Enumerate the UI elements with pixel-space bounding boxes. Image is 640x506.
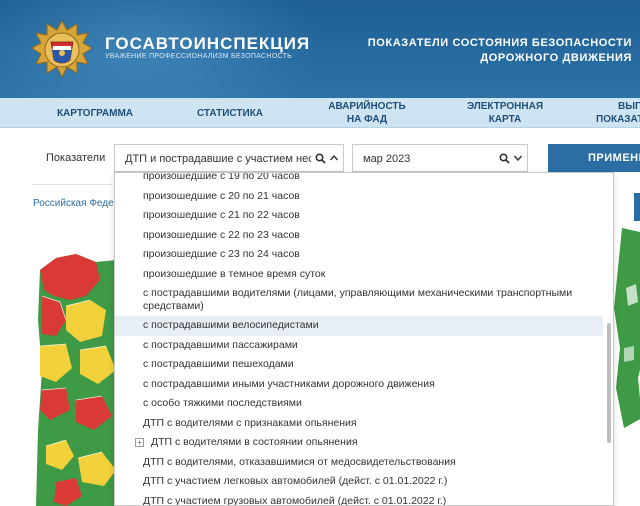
option-item[interactable]: с пострадавшими пассажирами: [115, 336, 603, 356]
site-header: ГОСАВТОИНСПЕКЦИЯ УВАЖЕНИЕ ПРОФЕССИОНАЛИЗ…: [0, 0, 640, 98]
main-nav: КАРТОГРАММА СТАТИСТИКА АВАРИЙНОСТЬ НА ФА…: [0, 98, 640, 128]
plus-box-icon[interactable]: +: [135, 438, 144, 447]
option-item[interactable]: ДТП с участием грузовых автомобилей (дей…: [115, 492, 603, 506]
option-item-label: ДТП с водителями в состоянии опьянения: [151, 436, 358, 448]
option-item[interactable]: с пострадавшими иными участниками дорожн…: [115, 375, 603, 395]
option-item-expandable[interactable]: + ДТП с водителями в состоянии опьянения: [115, 433, 603, 453]
option-item[interactable]: с особо тяжкими последствиями: [115, 394, 603, 414]
chevron-down-icon[interactable]: [511, 151, 525, 165]
nav-accidents-fad[interactable]: АВАРИЙНОСТЬ НА ФАД: [312, 98, 422, 128]
nav-cartogram[interactable]: КАРТОГРАММА: [40, 98, 150, 128]
indicator-dropdown[interactable]: произошедшие с 19 по 20 часов произошедш…: [114, 172, 614, 506]
indicators-label: Показатели: [46, 152, 106, 164]
indicator-options-list: произошедшие с 19 по 20 часов произошедш…: [115, 173, 603, 506]
breadcrumb-russia[interactable]: Российская Федерация: [33, 198, 113, 209]
nav-statistics[interactable]: СТАТИСТИКА: [175, 98, 285, 128]
site-heading-line2: ДОРОЖНОГО ДВИЖЕНИЯ: [480, 52, 632, 64]
option-item[interactable]: произошедшие с 20 по 21 часов: [115, 187, 603, 207]
chevron-up-icon[interactable]: [327, 151, 341, 165]
nav-accidents-fad-line1: АВАРИЙНОСТЬ: [328, 101, 406, 112]
map-control-button[interactable]: [634, 193, 640, 221]
apply-button[interactable]: ПРИМЕНИТЬ: [548, 144, 640, 172]
site-heading: ПОКАЗАТЕЛИ СОСТОЯНИЯ БЕЗОПАСНОСТИ ДОРОЖН…: [362, 36, 632, 66]
dropdown-scrollbar[interactable]: [607, 323, 611, 443]
search-icon[interactable]: [497, 151, 511, 165]
option-item[interactable]: произошедшие с 21 по 22 часов: [115, 206, 603, 226]
indicator-select[interactable]: ДТП и пострадавшие с участием несовершен…: [114, 144, 344, 172]
option-item[interactable]: произошедшие с 23 по 24 часов: [115, 245, 603, 265]
brand-subtitle: УВАЖЕНИЕ ПРОФЕССИОНАЛИЗМ БЕЗОПАСНОСТЬ: [105, 53, 293, 60]
option-item-highlighted[interactable]: с пострадавшими велосипедистами: [115, 316, 603, 336]
nav-export[interactable]: ВЫГР ПОКАЗАТ: [590, 98, 640, 128]
divider: [32, 184, 112, 185]
nav-electronic-map[interactable]: ЭЛЕКТРОННАЯ КАРТА: [450, 98, 560, 128]
nav-electronic-map-line2: КАРТА: [488, 114, 522, 125]
nav-export-line2: ПОКАЗАТ: [596, 114, 640, 125]
option-item[interactable]: произошедшие с 22 по 23 часов: [115, 226, 603, 246]
period-select[interactable]: мар 2023: [352, 144, 528, 172]
indicator-select-value: ДТП и пострадавшие с участием несовершен…: [125, 153, 311, 165]
brand-title[interactable]: ГОСАВТОИНСПЕКЦИЯ: [105, 34, 310, 54]
option-item[interactable]: произошедшие с 19 по 20 часов: [115, 173, 603, 187]
option-item[interactable]: произошедшие в темное время суток: [115, 265, 603, 285]
cartogram-map-right[interactable]: [612, 228, 640, 428]
option-item[interactable]: ДТП с участием легковых автомобилей (дей…: [115, 472, 603, 492]
nav-accidents-fad-line2: НА ФАД: [346, 114, 388, 125]
period-select-value: мар 2023: [363, 153, 411, 165]
cartogram-map-left[interactable]: [36, 250, 116, 506]
nav-export-line1: ВЫГР: [618, 101, 640, 112]
option-item[interactable]: ДТП с водителями с признаками опьянения: [115, 414, 603, 434]
site-heading-line1: ПОКАЗАТЕЛИ СОСТОЯНИЯ БЕЗОПАСНОСТИ: [367, 37, 632, 49]
search-icon[interactable]: [313, 151, 327, 165]
gibdd-emblem-icon[interactable]: [32, 20, 92, 82]
option-item[interactable]: с пострадавшими пешеходами: [115, 355, 603, 375]
nav-electronic-map-line1: ЭЛЕКТРОННАЯ: [466, 101, 544, 112]
option-item[interactable]: ДТП с водителями, отказавшимися от медос…: [115, 453, 603, 473]
option-item[interactable]: с пострадавшими водителями (лицами, упра…: [115, 284, 603, 316]
